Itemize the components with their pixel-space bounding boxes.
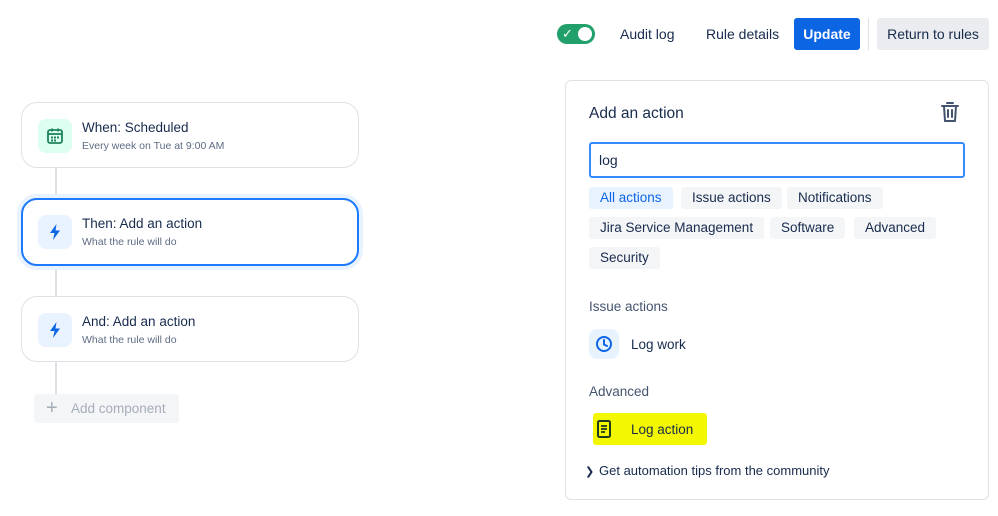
section-heading-issue-actions: Issue actions [589,299,668,314]
card-title: And: Add an action [82,314,196,329]
filter-chip-jira-service-management[interactable]: Jira Service Management [589,217,765,239]
check-icon: ✓ [562,26,573,41]
rule-details-button[interactable]: Rule details [698,18,787,50]
flow-connector [55,362,57,394]
lightning-icon [38,313,72,347]
filter-chip-all-actions[interactable]: All actions [589,187,673,209]
calendar-icon [38,119,72,153]
action-item-log-action[interactable]: Log action [589,414,889,446]
card-title: When: Scheduled [82,120,189,135]
search-input[interactable] [589,142,965,178]
toggle-knob [578,27,592,41]
filter-chip-issue-actions[interactable]: Issue actions [681,187,782,209]
filter-chip-security[interactable]: Security [589,247,660,269]
clock-icon [589,329,619,359]
panel-title: Add an action [589,105,684,122]
plus-icon: + [46,397,58,419]
filter-chip-software[interactable]: Software [770,217,846,239]
chevron-right-icon: ❯ [585,466,595,478]
card-subtitle: What the rule will do [82,334,177,346]
card-subtitle: Every week on Tue at 9:00 AM [82,140,225,152]
card-title: Then: Add an action [82,216,203,231]
document-icon [589,414,619,444]
card-subtitle: What the rule will do [82,236,177,248]
section-heading-advanced: Advanced [589,384,650,399]
audit-log-button[interactable]: Audit log [612,18,682,50]
filter-chip-notifications[interactable]: Notifications [787,187,883,209]
add-component-button[interactable]: + Add component [34,394,179,423]
trash-icon[interactable] [938,100,962,124]
toolbar-divider [868,18,869,50]
add-action-panel: Add an action All actions Issue actions … [565,80,989,500]
action-item-label: Log work [631,337,686,352]
add-component-label: Add component [71,401,166,416]
tips-label: Get automation tips from the community [599,463,830,478]
rule-enabled-toggle[interactable]: ✓ [557,24,595,44]
flow-connector [55,168,57,198]
flow-connector [55,266,57,296]
filter-chip-advanced[interactable]: Advanced [854,217,937,239]
trigger-card-scheduled[interactable]: When: Scheduled Every week on Tue at 9:0… [21,102,359,168]
return-to-rules-button[interactable]: Return to rules [877,18,989,50]
automation-tips-link[interactable]: ❯ Get automation tips from the community [585,463,829,478]
action-item-log-work[interactable]: Log work [589,329,889,361]
action-item-label: Log action [631,422,694,437]
toolbar: ✓ Audit log Rule details Update Return t… [0,18,998,50]
update-button[interactable]: Update [794,18,860,50]
action-card-and[interactable]: And: Add an action What the rule will do [21,296,359,362]
lightning-icon [38,215,72,249]
action-card-then[interactable]: Then: Add an action What the rule will d… [21,198,359,266]
